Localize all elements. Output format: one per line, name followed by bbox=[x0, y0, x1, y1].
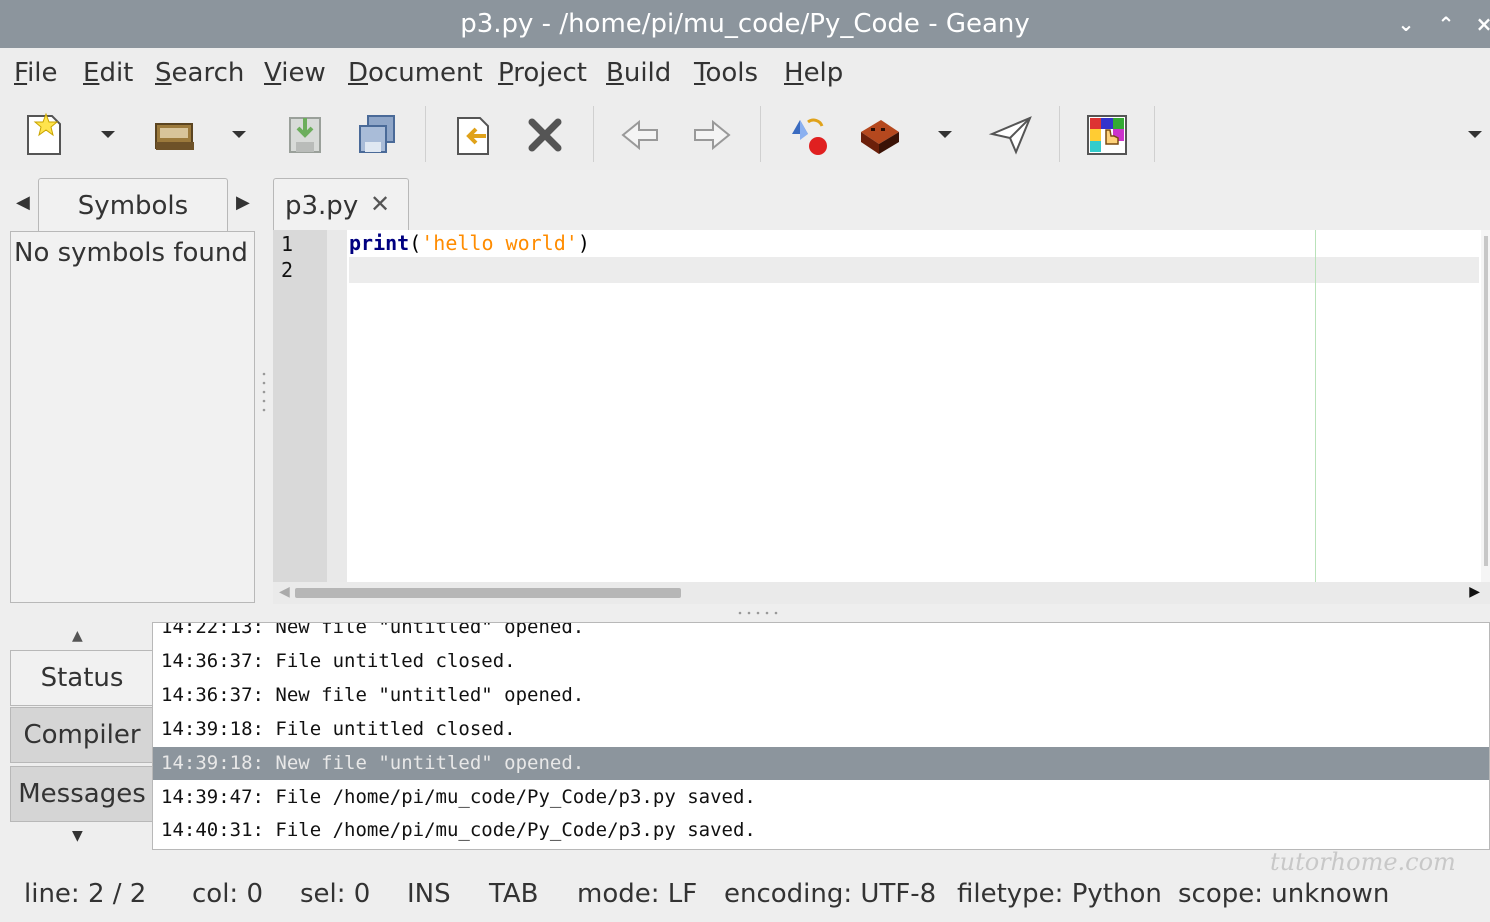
tab-messages[interactable]: Messages bbox=[10, 766, 154, 822]
close-tab-icon[interactable]: ✕ bbox=[370, 190, 390, 218]
code-text[interactable]: print('hello world') bbox=[349, 230, 1479, 582]
toolbar-separator bbox=[1059, 106, 1060, 162]
code-line: print('hello world') bbox=[349, 231, 590, 255]
menu-edit[interactable]: Edit bbox=[83, 58, 133, 88]
save-all-icon[interactable] bbox=[354, 112, 400, 158]
menu-help[interactable]: Help bbox=[784, 58, 843, 88]
build-dropdown-icon[interactable] bbox=[935, 124, 955, 144]
menu-document[interactable]: Document bbox=[348, 58, 483, 88]
menu-search[interactable]: Search bbox=[155, 58, 244, 88]
code-paren: ( bbox=[409, 231, 422, 255]
tab-compiler[interactable]: Compiler bbox=[10, 707, 154, 763]
message-panel-resize-handle[interactable] bbox=[736, 611, 780, 615]
list-item[interactable]: 14:22:13: New file "untitled" opened. bbox=[153, 623, 1489, 644]
close-icon[interactable] bbox=[522, 112, 568, 158]
toolbar-separator bbox=[593, 106, 594, 162]
editor-tab-label: p3.py bbox=[285, 191, 359, 221]
symbols-panel: No symbols found bbox=[10, 231, 255, 603]
status-ins: INS bbox=[407, 879, 451, 909]
status-bar: line: 2 / 2 col: 0 sel: 0 INS TAB mode: … bbox=[0, 860, 1490, 922]
tabs-scroll-down-icon[interactable]: ▼ bbox=[72, 828, 83, 844]
minimize-icon[interactable]: ⌄ bbox=[1392, 10, 1420, 38]
editor-vertical-scrollbar[interactable] bbox=[1481, 230, 1490, 582]
window-title: p3.py - /home/pi/mu_code/Py_Code - Geany bbox=[460, 9, 1030, 39]
code-editor[interactable]: 1 2 print('hello world') ◀ ▶ bbox=[273, 230, 1490, 604]
menu-bar: File Edit Search View Document Project B… bbox=[0, 48, 1490, 100]
new-file-icon[interactable] bbox=[22, 112, 68, 158]
status-col: col: 0 bbox=[192, 879, 263, 909]
back-icon[interactable] bbox=[617, 112, 663, 158]
list-item-selected[interactable]: 14:39:18: New file "untitled" opened. bbox=[153, 747, 1489, 780]
status-tab: TAB bbox=[489, 879, 539, 909]
list-item[interactable]: 14:39:47: File /home/pi/mu_code/Py_Code/… bbox=[153, 781, 1489, 814]
toolbar-separator bbox=[425, 106, 426, 162]
menu-view[interactable]: View bbox=[264, 58, 326, 88]
menu-tools[interactable]: Tools bbox=[694, 58, 758, 88]
sidebar-prev-tab-icon[interactable]: ◀ bbox=[16, 192, 30, 213]
sidebar-resize-handle[interactable] bbox=[262, 370, 266, 414]
list-item[interactable]: 14:36:37: File untitled closed. bbox=[153, 645, 1489, 678]
line-number-gutter: 1 2 bbox=[273, 230, 327, 582]
fold-margin[interactable] bbox=[327, 230, 347, 582]
color-chooser-icon[interactable] bbox=[1084, 112, 1130, 158]
status-encoding: encoding: UTF-8 bbox=[724, 879, 937, 909]
toolbar bbox=[0, 100, 1490, 170]
no-symbols-message: No symbols found bbox=[14, 238, 248, 268]
editor-tab-p3py[interactable]: p3.py ✕ bbox=[273, 178, 409, 232]
menu-file[interactable]: File bbox=[14, 58, 58, 88]
code-keyword: print bbox=[349, 231, 410, 255]
status-scope: scope: unknown bbox=[1178, 879, 1390, 909]
scrollbar-thumb[interactable] bbox=[1484, 236, 1488, 566]
toolbar-separator bbox=[760, 106, 761, 162]
sidebar-next-tab-icon[interactable]: ▶ bbox=[236, 192, 250, 213]
maximize-icon[interactable]: ⌃ bbox=[1432, 10, 1460, 38]
list-item[interactable]: 14:40:31: File /home/pi/mu_code/Py_Code/… bbox=[153, 814, 1489, 847]
build-icon[interactable] bbox=[857, 112, 903, 158]
menu-project[interactable]: Project bbox=[498, 58, 587, 88]
forward-icon[interactable] bbox=[689, 112, 735, 158]
scroll-left-icon[interactable]: ◀ bbox=[279, 584, 290, 600]
line-number: 2 bbox=[281, 258, 294, 282]
line-number: 1 bbox=[281, 232, 294, 256]
status-messages-list[interactable]: 14:22:13: New file "untitled" opened. 14… bbox=[152, 622, 1490, 850]
execute-icon[interactable] bbox=[988, 112, 1034, 158]
status-filetype: filetype: Python bbox=[957, 879, 1162, 909]
open-dropdown-icon[interactable] bbox=[229, 124, 249, 144]
list-item[interactable]: 14:36:37: New file "untitled" opened. bbox=[153, 679, 1489, 712]
watermark: tutorhome.com bbox=[1270, 848, 1456, 876]
save-icon[interactable] bbox=[282, 112, 328, 158]
compile-icon[interactable] bbox=[786, 112, 832, 158]
menu-build[interactable]: Build bbox=[606, 58, 671, 88]
tabs-scroll-up-icon[interactable]: ▲ bbox=[72, 628, 83, 644]
sidebar-tab-symbols[interactable]: Symbols bbox=[38, 178, 228, 232]
new-dropdown-icon[interactable] bbox=[98, 124, 118, 144]
code-string: 'hello world' bbox=[421, 231, 578, 255]
status-line: line: 2 / 2 bbox=[24, 879, 147, 909]
close-window-icon[interactable]: × bbox=[1470, 10, 1490, 38]
toolbar-overflow-icon[interactable] bbox=[1465, 124, 1485, 144]
title-bar: p3.py - /home/pi/mu_code/Py_Code - Geany… bbox=[0, 0, 1490, 48]
open-file-icon[interactable] bbox=[152, 112, 198, 158]
status-sel: sel: 0 bbox=[300, 879, 371, 909]
scroll-right-icon[interactable]: ▶ bbox=[1469, 584, 1480, 600]
status-mode: mode: LF bbox=[577, 879, 698, 909]
scrollbar-thumb[interactable] bbox=[295, 588, 681, 598]
revert-icon[interactable] bbox=[450, 112, 496, 158]
code-paren: ) bbox=[577, 231, 590, 255]
editor-horizontal-scrollbar[interactable]: ◀ ▶ bbox=[273, 582, 1490, 604]
tab-status[interactable]: Status bbox=[10, 650, 154, 706]
toolbar-separator bbox=[1154, 106, 1155, 162]
list-item[interactable]: 14:39:18: File untitled closed. bbox=[153, 713, 1489, 746]
